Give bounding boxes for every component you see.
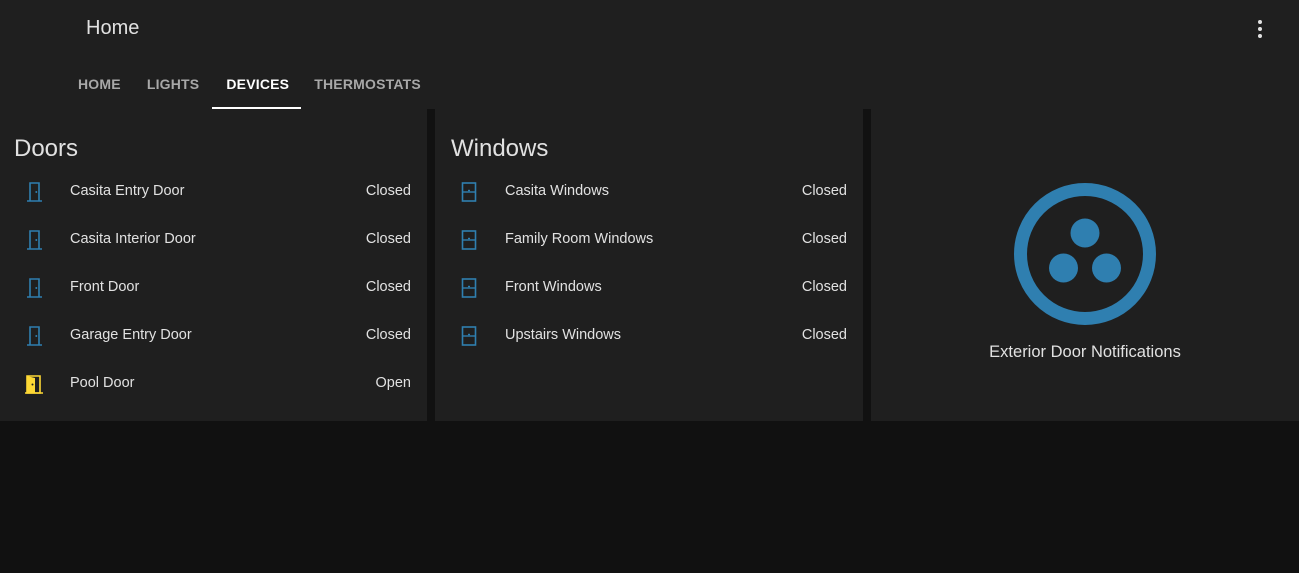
windows-card: Windows Casita Windows Closed Family Roo… (435, 109, 863, 421)
dots-vertical-icon[interactable] (1248, 17, 1272, 41)
door-row-front[interactable]: Front Door Closed (0, 264, 427, 312)
notifications-card[interactable]: Exterior Door Notifications (871, 109, 1299, 421)
windows-card-title: Windows (451, 135, 549, 162)
device-state: Closed (365, 279, 411, 295)
window-row-family-room[interactable]: Family Room Windows Closed (435, 216, 863, 264)
device-state: Closed (801, 327, 847, 343)
window-row-casita[interactable]: Casita Windows Closed (435, 168, 863, 216)
tab-home[interactable]: HOME (65, 62, 134, 109)
device-state: Closed (365, 231, 411, 247)
tab-devices[interactable]: DEVICES (212, 62, 302, 109)
tab-lights[interactable]: LIGHTS (134, 62, 213, 109)
window-closed-icon (461, 230, 477, 250)
window-row-upstairs[interactable]: Upstairs Windows Closed (435, 312, 863, 360)
tab-thermostats[interactable]: THERMOSTATS (301, 62, 434, 109)
automation-circle-icon (1014, 183, 1156, 325)
device-state: Closed (801, 183, 847, 199)
door-closed-icon (27, 278, 42, 298)
notifications-label: Exterior Door Notifications (989, 343, 1181, 361)
door-closed-icon (27, 326, 42, 346)
device-name: Casita Windows (505, 183, 609, 199)
door-row-casita-entry[interactable]: Casita Entry Door Closed (0, 168, 427, 216)
door-closed-icon (27, 230, 42, 250)
device-name: Pool Door (70, 375, 135, 391)
door-row-garage-entry[interactable]: Garage Entry Door Closed (0, 312, 427, 360)
window-closed-icon (461, 182, 477, 202)
doors-card: Doors Casita Entry Door Closed Casita In… (0, 109, 427, 421)
window-closed-icon (461, 278, 477, 298)
device-name: Casita Entry Door (70, 183, 185, 199)
device-name: Front Windows (505, 279, 602, 295)
device-name: Front Door (70, 279, 140, 295)
device-name: Casita Interior Door (70, 231, 196, 247)
tab-bar: HOME LIGHTS DEVICES THERMOSTATS (65, 62, 434, 109)
device-state: Open (375, 375, 411, 391)
door-open-icon (25, 375, 43, 394)
device-state: Closed (801, 279, 847, 295)
door-closed-icon (27, 182, 42, 202)
page-title: Home (86, 17, 140, 39)
device-state: Closed (365, 183, 411, 199)
device-state: Closed (365, 327, 411, 343)
doors-card-title: Doors (14, 135, 79, 162)
window-closed-icon (461, 326, 477, 346)
device-name: Upstairs Windows (505, 327, 622, 343)
door-row-pool[interactable]: Pool Door Open (0, 360, 427, 408)
device-name: Family Room Windows (505, 231, 654, 247)
device-name: Garage Entry Door (70, 327, 192, 343)
window-row-front[interactable]: Front Windows Closed (435, 264, 863, 312)
app-header: Home HOME LIGHTS DEVICES THERMOSTATS (0, 0, 1299, 109)
device-state: Closed (801, 231, 847, 247)
door-row-casita-interior[interactable]: Casita Interior Door Closed (0, 216, 427, 264)
